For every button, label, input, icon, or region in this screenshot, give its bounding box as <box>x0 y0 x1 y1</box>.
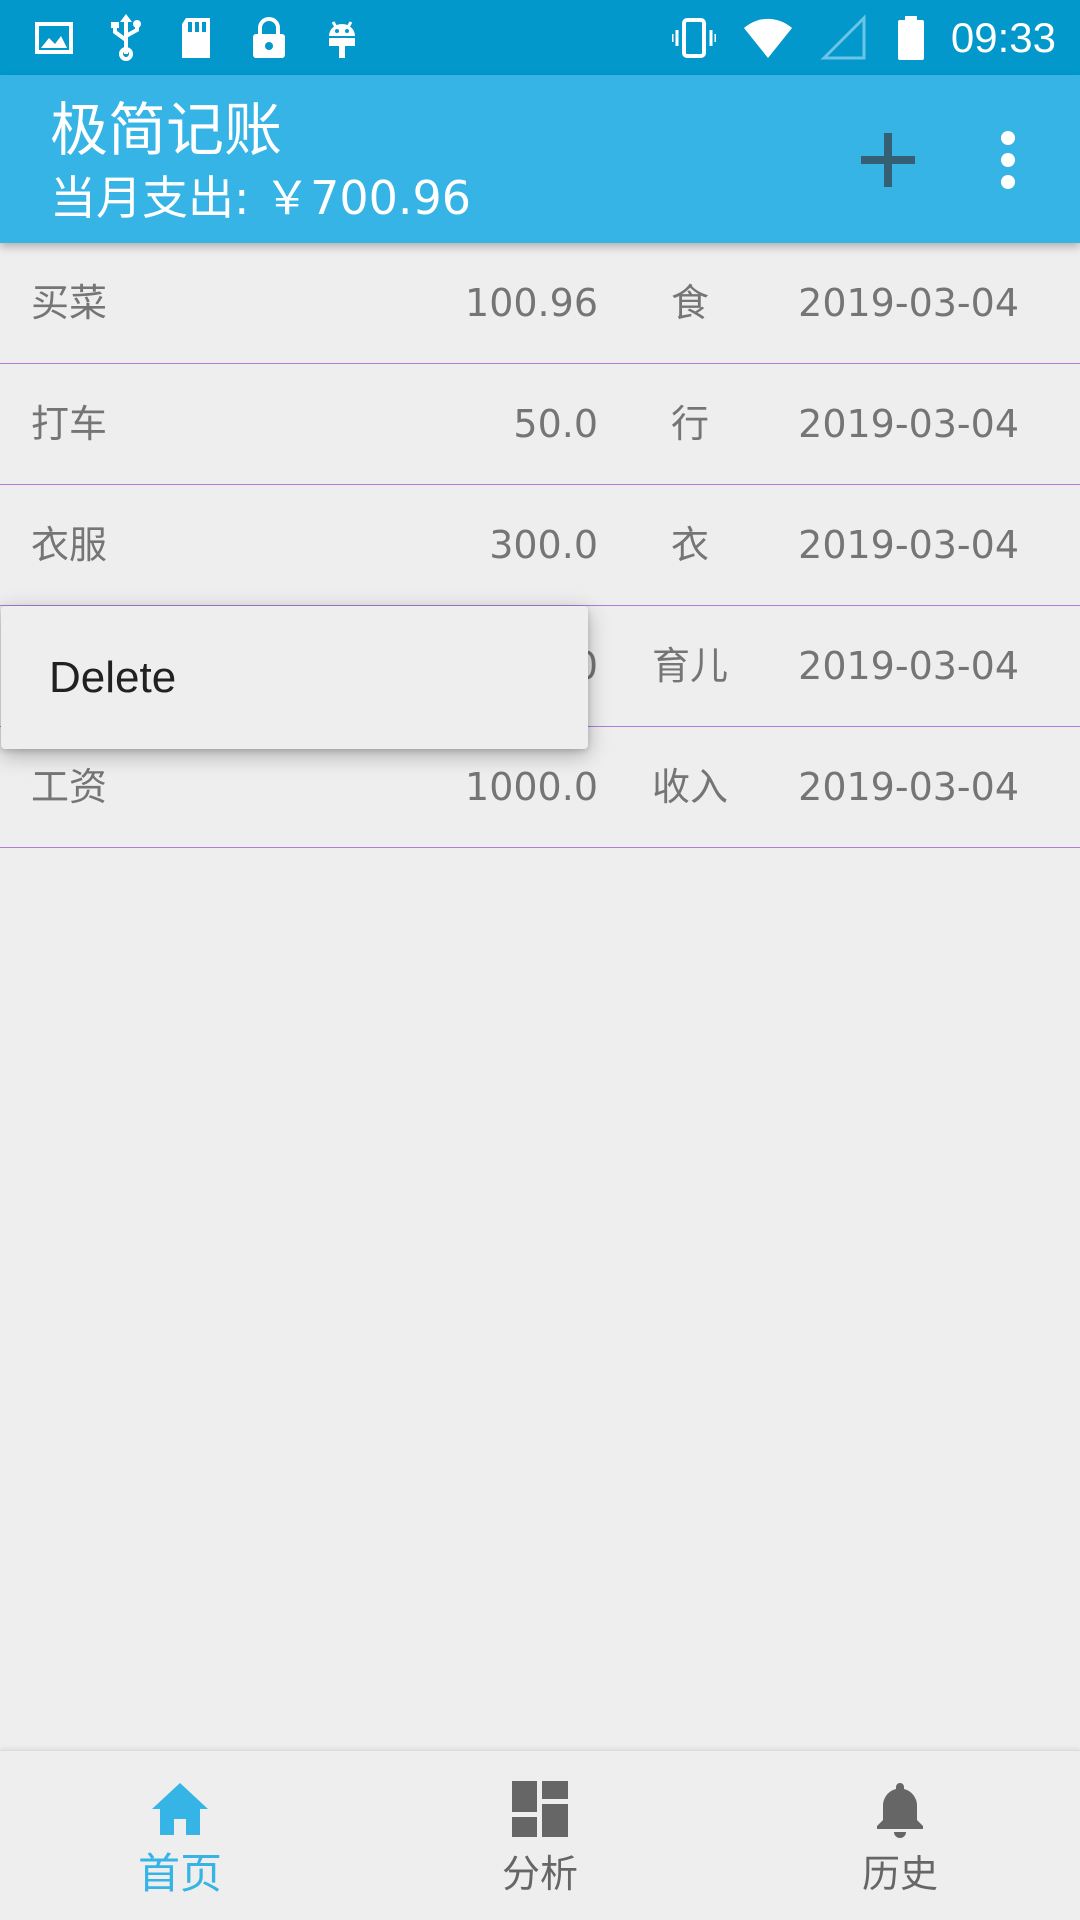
home-icon <box>150 1779 210 1839</box>
bell-icon <box>870 1779 930 1839</box>
app-title: 极简记账 <box>50 96 283 164</box>
wifi-icon <box>742 14 794 62</box>
add-record-button[interactable] <box>843 115 933 205</box>
record-category: 衣 <box>670 523 709 567</box>
lock-icon <box>247 14 291 62</box>
record-amount: 100.96 <box>465 281 598 325</box>
nav-item-analysis[interactable]: 分析 <box>360 1751 720 1920</box>
record-category: 行 <box>670 402 709 446</box>
record-amount: 300.0 <box>489 523 598 567</box>
nav-item-history[interactable]: 历史 <box>720 1751 1080 1920</box>
status-bar: 09:33 <box>0 0 1080 75</box>
signal-icon <box>820 14 868 62</box>
context-menu: Delete <box>1 606 588 749</box>
record-name: 买菜 <box>31 281 108 325</box>
record-category: 收入 <box>651 765 728 809</box>
record-category: 食 <box>670 281 709 325</box>
record-list: 买菜 100.96 食 2019-03-04 打车 50.0 行 2019-03… <box>0 243 1080 848</box>
nav-label-home: 首页 <box>137 1849 222 1898</box>
record-name: 打车 <box>31 402 108 446</box>
record-row[interactable]: 打车 50.0 行 2019-03-04 <box>0 364 1080 485</box>
bottom-navigation: 首页 分析 历史 <box>0 1750 1080 1920</box>
more-vert-icon <box>1001 131 1015 189</box>
record-category: 育儿 <box>651 644 728 688</box>
nav-item-home[interactable]: 首页 <box>0 1751 360 1920</box>
vibrate-icon <box>672 14 716 62</box>
status-time: 09:33 <box>950 14 1056 61</box>
record-row[interactable]: 买菜 100.96 食 2019-03-04 <box>0 243 1080 364</box>
image-icon <box>32 14 76 62</box>
record-amount: 50.0 <box>513 402 598 446</box>
monthly-expense-summary: 当月支出: ￥700.96 <box>50 171 472 225</box>
record-date: 2019-03-04 <box>798 644 1019 688</box>
record-row[interactable]: 衣服 300.0 衣 2019-03-04 <box>0 485 1080 606</box>
record-date: 2019-03-04 <box>798 765 1019 809</box>
nav-label-analysis: 分析 <box>501 1852 578 1896</box>
record-name: 衣服 <box>31 523 108 567</box>
add-icon <box>861 133 915 187</box>
battery-icon <box>893 14 929 62</box>
dashboard-icon <box>510 1779 570 1839</box>
android-icon <box>320 14 364 62</box>
sd-card-icon <box>174 14 218 62</box>
app-bar: 极简记账 当月支出: ￥700.96 <box>0 75 1080 243</box>
delete-menu-item[interactable]: Delete <box>1 606 588 749</box>
usb-icon <box>104 14 148 62</box>
record-date: 2019-03-04 <box>798 281 1019 325</box>
nav-label-history: 历史 <box>861 1852 938 1896</box>
overflow-menu-button[interactable] <box>962 115 1054 205</box>
record-date: 2019-03-04 <box>798 523 1019 567</box>
record-date: 2019-03-04 <box>798 402 1019 446</box>
